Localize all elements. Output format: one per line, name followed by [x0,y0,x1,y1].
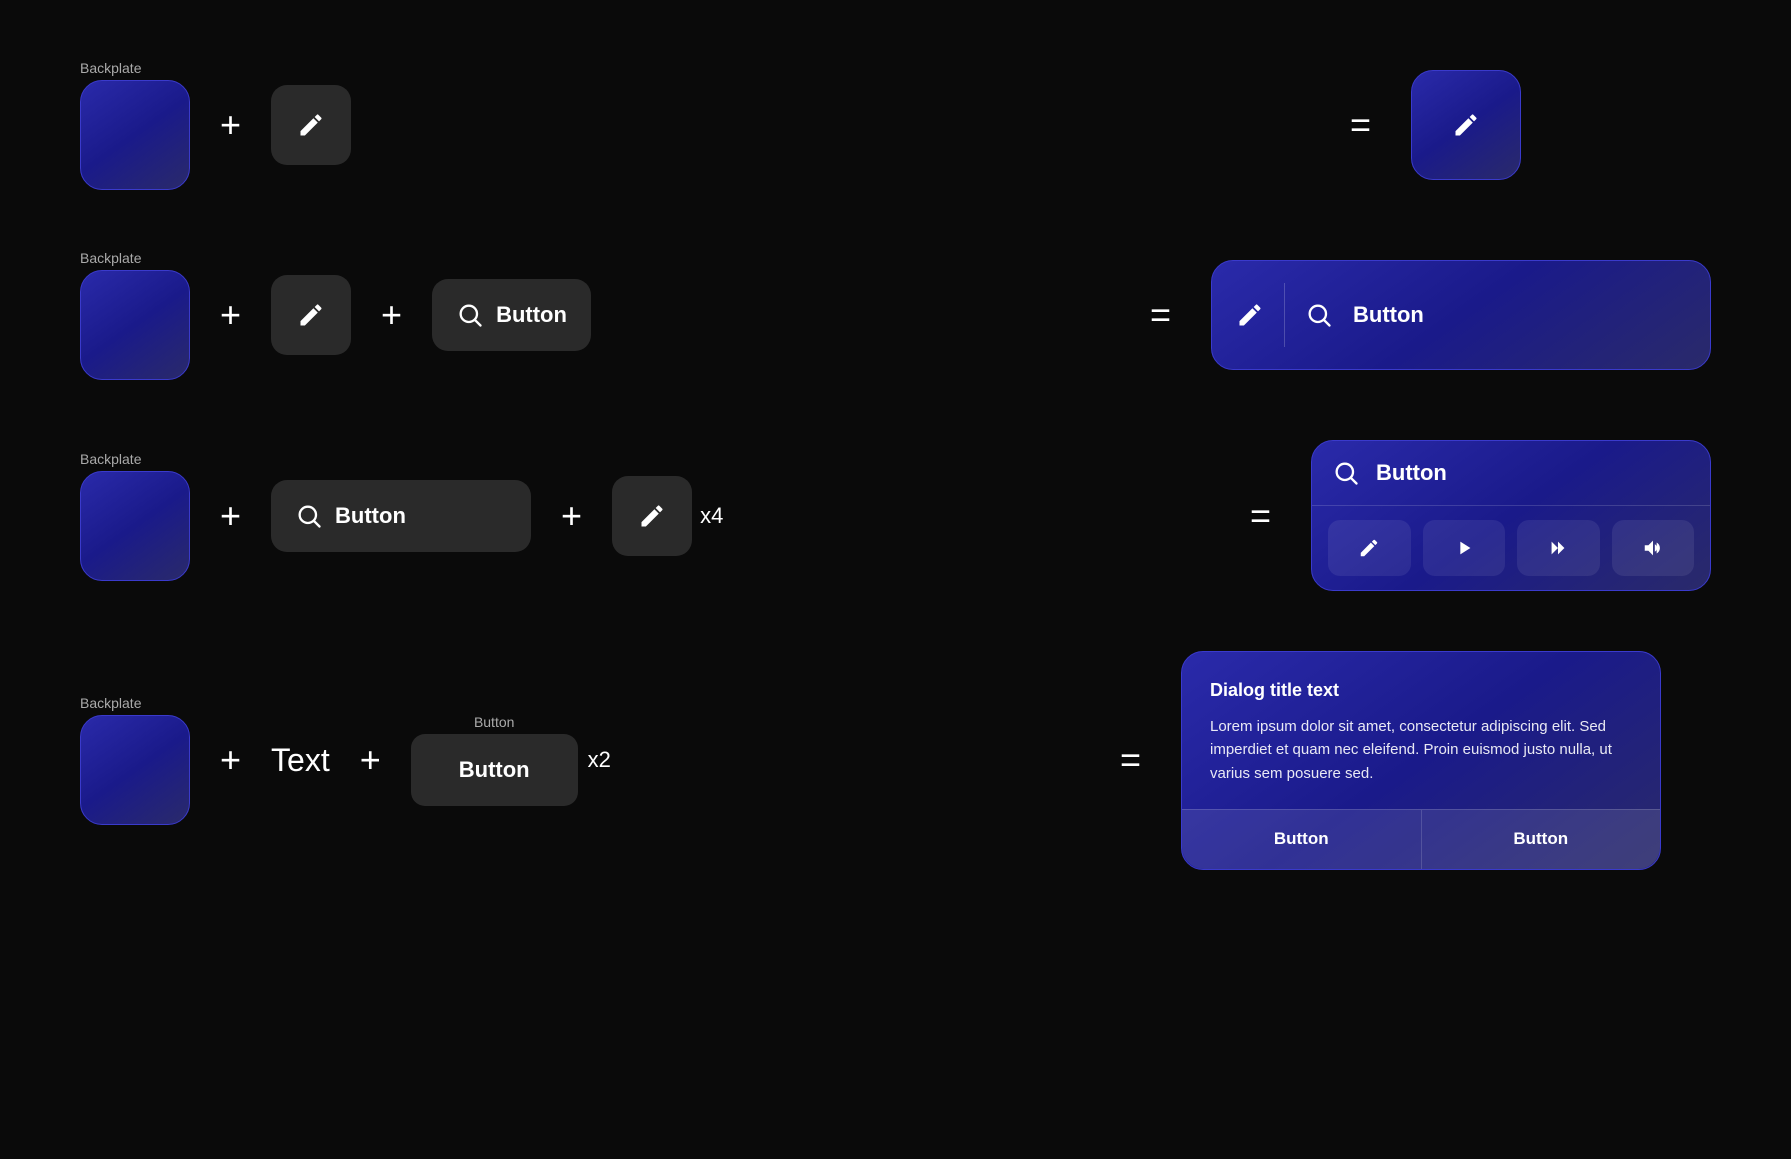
bottom-btn-volume-3[interactable] [1612,520,1695,576]
row-3: Backplate + Button + x4 = [80,440,1711,591]
edit-icon-3 [638,502,666,530]
result-icon-btn-blue-1[interactable] [1411,70,1521,180]
backplate-wrapper-4: Backplate [80,695,190,825]
icon-btn-dark-3[interactable] [612,476,692,556]
operator-2-2: + [381,294,402,336]
icon-btn-multiplier-3: x4 [612,476,723,556]
search-btn-label-2: Button [496,302,567,328]
equals-3: = [1250,495,1271,537]
backplate-square-3 [80,471,190,581]
search-btn-dark-3[interactable]: Button [271,480,531,552]
search-btn-dark-2[interactable]: Button [432,279,591,351]
backplate-label-1: Backplate [80,60,141,76]
dialog-body-4: Lorem ipsum dolor sit amet, consectetur … [1210,715,1632,785]
equals-2: = [1150,294,1171,336]
volume-icon-bottom-3 [1642,537,1664,559]
divider-vertical-2 [1284,283,1285,348]
result-dialog-card-4: Dialog title text Lorem ipsum dolor sit … [1181,651,1661,870]
forward-icon-bottom-3 [1547,537,1569,559]
icon-btn-dark-2[interactable] [271,275,351,355]
dialog-btn-2-4[interactable]: Button [1422,809,1661,869]
row-1: Backplate + = [80,60,1711,190]
operator-2-1: + [220,294,241,336]
operator-3-2: + [561,495,582,537]
backplate-square-2 [80,270,190,380]
backplate-wrapper-2: Backplate [80,250,190,380]
dialog-buttons-4: Button Button [1182,809,1660,869]
stacked-top-row-3: Button [1312,441,1710,506]
bottom-btn-play-3[interactable] [1423,520,1506,576]
operator-4-1: + [220,739,241,781]
btn-above-label-4: Button [474,714,514,730]
operator-3-1: + [220,495,241,537]
equals-1: = [1350,104,1371,146]
backplate-label-4: Backplate [80,695,141,711]
result-wide-btn-2[interactable]: Button [1211,260,1711,370]
search-icon-2 [456,301,484,329]
search-icon-stacked-3 [1332,459,1360,487]
search-icon-3 [295,502,323,530]
bottom-btn-edit-3[interactable] [1328,520,1411,576]
edit-icon-result-2 [1236,301,1264,329]
play-icon-bottom-3 [1453,537,1475,559]
operator-1-1: + [220,104,241,146]
row-4: Backplate + Text + Button Button x2 = Di… [80,651,1711,870]
result-stacked-card-3: Button [1311,440,1711,591]
btn-multiplier-4: Button Button x2 [411,714,611,806]
stacked-btn-label-3: Button [1376,460,1447,486]
backplate-wrapper-1: Backplate [80,60,190,190]
backplate-square-1 [80,80,190,190]
edit-icon-bottom-3 [1358,537,1380,559]
multiplier-3: x4 [700,503,723,529]
backplate-square-4 [80,715,190,825]
text-btn-dark-4[interactable]: Button [411,734,578,806]
page-container: Backplate + = Backplate + [0,0,1791,930]
backplate-wrapper-3: Backplate [80,451,190,581]
backplate-label-3: Backplate [80,451,141,467]
search-btn-label-3: Button [335,503,406,529]
icon-btn-dark-1[interactable] [271,85,351,165]
row-2: Backplate + + Button = [80,250,1711,380]
multiplier-4: x2 [588,747,611,773]
btn-label-wrapper-4: Button Button [411,714,578,806]
search-icon-result-2 [1305,301,1333,329]
text-component-4: Text [271,742,330,779]
edit-icon-2 [297,301,325,329]
dialog-btn-1-4[interactable]: Button [1182,809,1422,869]
dialog-title-4: Dialog title text [1210,680,1632,701]
backplate-label-2: Backplate [80,250,141,266]
edit-icon-result-1 [1452,111,1480,139]
operator-4-2: + [360,739,381,781]
text-btn-label-4: Button [459,757,530,783]
stacked-bottom-row-3 [1312,506,1710,590]
bottom-btn-forward-3[interactable] [1517,520,1600,576]
equals-4: = [1120,739,1141,781]
result-btn-label-2: Button [1353,302,1424,328]
edit-icon-1 [297,111,325,139]
